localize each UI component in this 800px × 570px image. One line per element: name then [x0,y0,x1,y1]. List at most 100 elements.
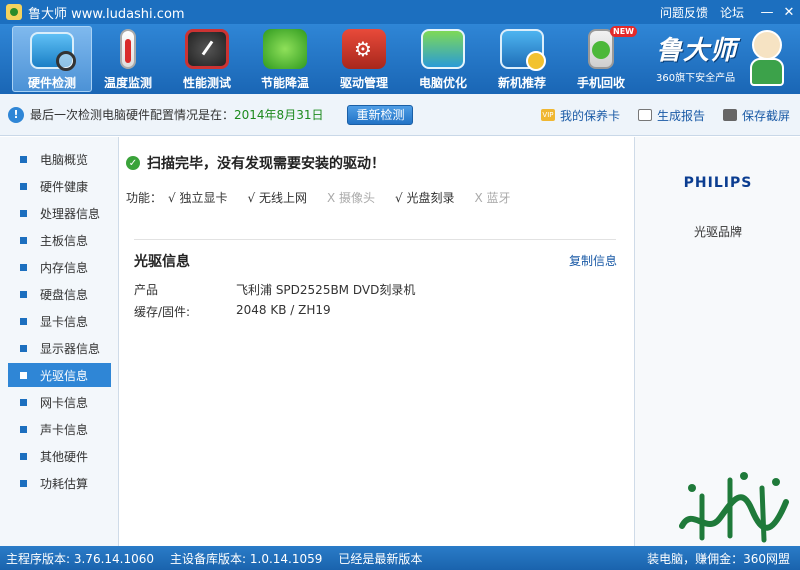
sidebar-item-motherboard[interactable]: 主板信息 [8,228,111,252]
tab-label: 电脑优化 [418,76,467,90]
square-bullet-icon [20,452,27,460]
tab-phone-recycle[interactable]: NEW 手机回收 [561,24,641,94]
brand-logo: 鲁大师 360旗下安全产品 [656,30,756,84]
tab-temperature[interactable]: 温度监测 [88,24,168,94]
gear-box-icon [342,29,386,69]
mascot-icon [744,30,788,88]
feature-disc-burning: √ 光盘刻录 [395,191,455,205]
square-bullet-icon [20,371,27,379]
main-version: 主程序版本: 3.76.14.1060 [6,551,155,566]
sidebar: 电脑概览 硬件健康 处理器信息 主板信息 内存信息 硬盘信息 显卡信息 显示器信… [0,137,119,546]
scan-status: ✓ 扫描完毕，没有发现需要安装的驱动！ [126,153,385,173]
row-key: 缓存/固件: [134,305,191,319]
report-icon [637,109,652,121]
copy-info-link[interactable]: 复制信息 [569,252,617,269]
section-title: 光驱信息 [134,254,190,270]
check-circle-icon: ✓ [126,156,140,170]
tab-hardware-check[interactable]: 硬件检测 [12,26,92,92]
row-key: 产品 [134,283,159,297]
square-bullet-icon [20,236,27,244]
monitor-badge-icon [500,29,546,71]
feature-camera: X 摄像头 [326,191,375,205]
square-bullet-icon [20,479,27,487]
brand-subtitle: 360旗下安全产品 [656,73,736,84]
info-row: 缓存/固件: 2048 KB / ZH19 [134,303,331,320]
tab-label: 节能降温 [260,76,309,90]
generate-report-link[interactable]: 生成报告 [637,107,705,124]
app-logo-icon [6,4,22,20]
sidebar-item-graphics[interactable]: 显卡信息 [8,309,111,333]
square-bullet-icon [20,290,27,298]
feature-list: 功能： √ 独立显卡 √ 无线上网 X 摄像头 √ 光盘刻录 X 蓝牙 [126,189,531,206]
sidebar-item-sound[interactable]: 声卡信息 [8,417,111,441]
sidebar-item-monitor[interactable]: 显示器信息 [8,336,111,360]
sidebar-item-other[interactable]: 其他硬件 [8,444,111,468]
tab-label: 手机回收 [576,76,625,90]
tab-energy-saving[interactable]: 节能降温 [245,24,325,94]
main-panel: ✓ 扫描完毕，没有发现需要安装的驱动！ 功能： √ 独立显卡 √ 无线上网 X … [120,137,634,546]
rescan-button[interactable]: 重新检测 [347,104,414,125]
sidebar-item-optical-drive[interactable]: 光驱信息 [8,363,111,387]
close-button[interactable]: ✕ [778,2,800,22]
square-bullet-icon [20,209,27,217]
feature-bluetooth: X 蓝牙 [474,191,511,205]
last-check-text: 最后一次检测电脑硬件配置情况是在：2014年8月31日 [30,108,324,122]
db-version: 主设备库版本: 1.0.14.1059 [170,551,323,566]
vip-card-icon: VIP [540,109,555,121]
square-bullet-icon [20,263,27,271]
info-row: 产品 飞利浦 SPD2525BM DVD刻录机 [134,281,415,298]
gauge-icon [185,29,229,69]
feedback-link[interactable]: 问题反馈 [660,4,708,21]
tab-performance[interactable]: 性能测试 [167,24,247,94]
watermark-logo [679,472,789,543]
sidebar-item-disk[interactable]: 硬盘信息 [8,282,111,306]
feature-wireless: √ 无线上网 [247,191,307,205]
info-icon: ! [8,106,24,123]
union-link[interactable]: 装电脑，赚佣金：360网盟 [647,550,790,567]
sidebar-item-memory[interactable]: 内存信息 [8,255,111,279]
hardware-monitor-icon [30,32,76,71]
tab-new-pc[interactable]: 新机推荐 [482,24,562,94]
tab-label: 温度监测 [103,76,152,90]
save-screenshot-link[interactable]: 保存截屏 [722,107,790,124]
sidebar-item-power[interactable]: 功耗估算 [8,471,111,495]
care-card-link[interactable]: VIP 我的保养卡 [540,107,620,124]
tab-label: 硬件检测 [27,76,76,90]
tab-driver-manager[interactable]: 驱动管理 [324,24,404,94]
main-toolbar: 硬件检测 温度监测 性能测试 节能降温 驱动管理 电脑优化 新机推荐 NEW 手… [0,24,800,94]
minimize-button[interactable]: — [756,2,778,22]
window-title: 鲁大师 www.ludashi.com [28,6,185,22]
title-bar: 鲁大师 www.ludashi.com 问题反馈 论坛 — ✕ [0,0,800,24]
square-bullet-icon [20,155,27,163]
tab-label: 新机推荐 [497,76,546,90]
sidebar-item-hardware-health[interactable]: 硬件健康 [8,174,111,198]
square-bullet-icon [20,398,27,406]
square-bullet-icon [20,344,27,352]
sidebar-item-overview[interactable]: 电脑概览 [8,147,111,171]
leaf-icon [263,29,307,69]
phone-icon [588,29,614,69]
tab-pc-optimize[interactable]: 电脑优化 [403,24,483,94]
forum-link[interactable]: 论坛 [720,4,744,21]
status-bar: 主程序版本: 3.76.14.1060 主设备库版本: 1.0.14.1059 … [0,546,800,570]
divider [134,239,616,240]
row-value: 飞利浦 SPD2525BM DVD刻录机 [236,283,416,297]
sidebar-item-cpu[interactable]: 处理器信息 [8,201,111,225]
square-bullet-icon [20,317,27,325]
row-value: 2048 KB / ZH19 [236,303,331,317]
new-badge: NEW [610,26,637,37]
feature-discrete-gpu: √ 独立显卡 [168,191,228,205]
tab-label: 驱动管理 [339,76,388,90]
thermometer-icon [120,29,136,69]
features-label: 功能： [126,191,163,205]
info-bar: ! 最后一次检测电脑硬件配置情况是在：2014年8月31日 重新检测 VIP 我的… [0,94,800,136]
brand-label: 光驱品牌 [693,225,742,239]
philips-logo: PHILIPS [683,175,753,191]
last-check-date: 2014年8月31日 [234,108,324,122]
sidebar-item-network[interactable]: 网卡信息 [8,390,111,414]
camera-icon [722,109,737,121]
tab-label: 性能测试 [182,76,231,90]
screen-optimize-icon [421,29,465,69]
square-bullet-icon [20,425,27,433]
square-bullet-icon [20,182,27,190]
